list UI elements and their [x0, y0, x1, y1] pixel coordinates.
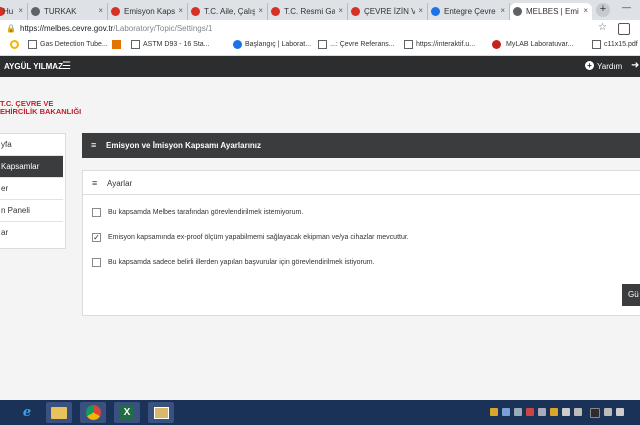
sidebar-item-3[interactable]: er [0, 178, 63, 200]
new-tab-button[interactable]: + [596, 3, 610, 17]
square-icon[interactable] [112, 40, 121, 49]
tab-title: TURKAK [44, 7, 77, 16]
sliders-icon: ≡ [91, 140, 97, 150]
bookmark-item[interactable]: Başlangıç | Laborat... [245, 41, 311, 48]
page-icon [28, 40, 37, 49]
tab-favicon-icon [271, 7, 280, 16]
tab-favicon-icon [513, 7, 522, 16]
tab-title: MELBES | Emi [526, 7, 579, 16]
tray-app-icon[interactable] [490, 408, 498, 416]
tab-close-icon[interactable]: × [338, 6, 343, 15]
page-icon [131, 40, 140, 49]
user-name[interactable]: AYGÜL YILMAZ [4, 62, 63, 71]
hamburger-menu-icon[interactable]: ☰ [62, 61, 71, 72]
sidebar: yfa Kapsamlar er n Paneli ar [0, 133, 66, 249]
bookmark-star-icon[interactable]: ☆ [598, 22, 607, 33]
tray-app-icon[interactable] [538, 408, 546, 416]
tab-favicon-icon [31, 7, 40, 16]
notification-icon[interactable] [616, 408, 624, 416]
browser-tab-active[interactable]: MELBES | Emi × [510, 3, 592, 20]
update-button[interactable]: Gü [622, 284, 640, 306]
url-field[interactable]: https://melbes.cevre.gov.tr/Laboratory/T… [20, 24, 212, 33]
tab-favicon-icon [431, 7, 440, 16]
browser-tab[interactable]: Entegre Çevre × [428, 3, 510, 20]
tab-close-icon[interactable]: × [18, 6, 23, 15]
tab-close-icon[interactable]: × [583, 6, 588, 15]
page-icon [404, 40, 413, 49]
browser-tab[interactable]: T.C. Aile, Çalışm × [188, 3, 268, 20]
option-checkbox-1[interactable] [92, 208, 101, 217]
url-path: /Laboratory/Topic/Settings/1 [113, 24, 213, 33]
browser-tab[interactable]: Hu × [0, 3, 28, 20]
tab-favicon-icon [351, 7, 360, 16]
page-title: Emisyon ve İmisyon Kapsamı Ayarlarınız [106, 141, 262, 150]
excel-icon[interactable]: X [114, 402, 140, 423]
network-icon[interactable] [562, 408, 570, 416]
tab-close-icon[interactable]: × [258, 6, 263, 15]
tab-close-icon[interactable]: × [178, 6, 183, 15]
bookmark-item[interactable]: ASTM D93 - 16 Sta... [143, 41, 210, 48]
bookmark-item[interactable]: c11x15.pdf [604, 41, 638, 48]
option-checkbox-2[interactable]: ✓ [92, 233, 101, 242]
option-checkbox-3[interactable] [92, 258, 101, 267]
sidebar-item-5[interactable]: ar [0, 222, 63, 244]
bookmark-item[interactable]: Gas Detection Tube... [40, 41, 108, 48]
browser-tab[interactable]: T.C. Resmi Gaz × [268, 3, 348, 20]
tab-title: T.C. Resmi Gaz [284, 7, 335, 16]
globe-icon [233, 40, 242, 49]
circle-icon[interactable] [10, 40, 19, 49]
tray-app-icon[interactable] [514, 408, 522, 416]
tab-title: ÇEVRE İZİN VE [364, 7, 415, 16]
internet-explorer-icon[interactable]: e [14, 402, 40, 423]
tray-app-icon[interactable] [550, 408, 558, 416]
ministry-logo-line2: EHİRCİLİK BAKANLIĞI [0, 107, 82, 116]
option-label-2[interactable]: Emisyon kapsamında ex-proof ölçüm yapabi… [108, 234, 409, 241]
tab-favicon-icon [111, 7, 120, 16]
checkmark-icon: ✓ [93, 233, 100, 242]
minimize-icon[interactable]: — [622, 2, 631, 12]
tab-close-icon[interactable]: × [418, 6, 423, 15]
tab-favicon-icon [191, 7, 200, 16]
tab-close-icon[interactable]: × [98, 6, 103, 15]
browser-tab[interactable]: Emisyon Kapsa × [108, 3, 188, 20]
page-icon [318, 40, 327, 49]
tray-app-icon[interactable] [604, 408, 612, 416]
app-header [0, 56, 640, 77]
tray-app-icon[interactable] [502, 408, 510, 416]
tab-title: Hu [3, 7, 14, 16]
tab-title: T.C. Aile, Çalışm [204, 7, 255, 16]
settings-title: Ayarlar [107, 179, 133, 188]
sidebar-item-panel[interactable]: n Paneli [0, 200, 63, 222]
tab-title: Entegre Çevre [444, 7, 496, 16]
url-host: https://melbes.cevre.gov.tr [20, 24, 114, 33]
sidebar-item-scopes[interactable]: Kapsamlar [0, 156, 63, 178]
chrome-icon[interactable] [80, 402, 106, 423]
option-label-1[interactable]: Bu kapsamda Melbes tarafından görevlendi… [108, 209, 303, 216]
bookmark-item[interactable]: ...: Çevre Referans... [330, 41, 395, 48]
bookmark-item[interactable]: MyLAB Laboratuvar... [506, 41, 573, 48]
sidebar-item-home[interactable]: yfa [0, 134, 63, 156]
extension-icon[interactable] [618, 23, 630, 35]
sliders-icon: ≡ [92, 178, 98, 188]
volume-icon[interactable] [574, 408, 582, 416]
browser-tab-strip: Hu × TURKAK × Emisyon Kapsa × T.C. Aile,… [0, 0, 640, 20]
option-label-3[interactable]: Bu kapsamda sadece belirli illerden yapı… [108, 259, 375, 266]
lab-icon [492, 40, 501, 49]
photos-icon[interactable] [148, 402, 174, 423]
lock-icon[interactable]: 🔒 [6, 24, 16, 33]
tab-close-icon[interactable]: × [500, 6, 505, 15]
help-link[interactable]: Yardım [597, 62, 622, 71]
tray-app-icon[interactable] [526, 408, 534, 416]
browser-tab[interactable]: ÇEVRE İZİN VE × [348, 3, 428, 20]
bookmark-item[interactable]: https://interaktif.u... [416, 41, 475, 48]
pdf-icon [592, 40, 601, 49]
file-explorer-icon[interactable] [46, 402, 72, 423]
logout-icon[interactable]: ➜ [631, 60, 639, 71]
plus-circle-icon[interactable]: + [585, 61, 594, 70]
tab-title: Emisyon Kapsa [124, 7, 175, 16]
settings-panel-header [82, 170, 640, 195]
browser-tab[interactable]: TURKAK × [28, 3, 108, 20]
language-icon[interactable] [590, 408, 600, 418]
